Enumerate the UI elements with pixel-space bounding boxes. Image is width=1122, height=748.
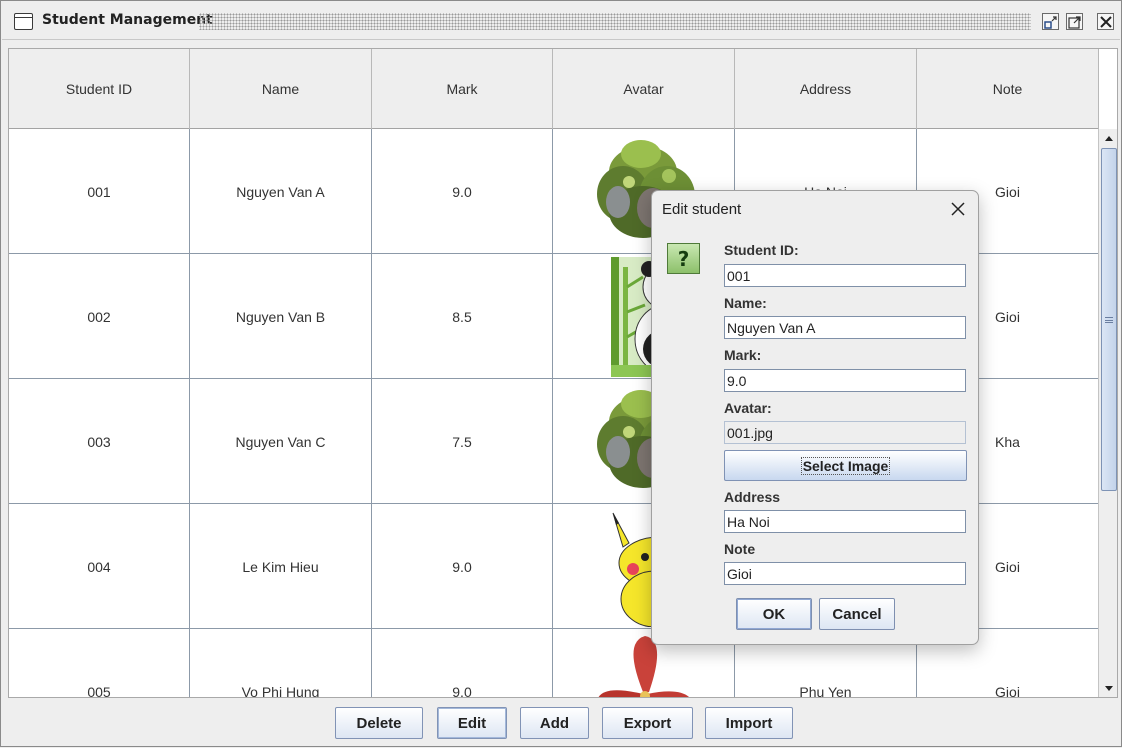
student-id-field[interactable] [724,264,966,287]
select-image-button[interactable]: Select Image [724,450,967,481]
minimize-icon [1044,16,1057,29]
select-image-label: Select Image [800,456,891,475]
close-icon [1100,16,1112,28]
scroll-thumb[interactable] [1101,148,1117,491]
name-label: Name: [724,295,767,311]
cell-name[interactable]: Vo Phi Hung [190,629,372,697]
cell-mark[interactable]: 9.0 [372,629,553,697]
edit-student-dialog: Edit student ? Student ID: Name: Mark: A… [651,190,979,645]
close-button[interactable] [1097,13,1114,30]
title-bar-grip[interactable] [199,13,1031,30]
import-button[interactable]: Import [705,707,793,739]
dialog-title-bar[interactable]: Edit student [652,191,978,228]
column-header-mark[interactable]: Mark [372,49,553,129]
column-header-address[interactable]: Address [735,49,917,129]
question-icon: ? [667,243,700,274]
title-bar[interactable]: Student Management [2,2,1120,40]
scroll-grip-icon [1105,317,1113,323]
cell-name[interactable]: Le Kim Hieu [190,504,372,629]
add-button[interactable]: Add [520,707,589,739]
ok-button[interactable]: OK [736,598,812,630]
cell-name[interactable]: Nguyen Van A [190,129,372,254]
minimize-button[interactable] [1042,13,1059,30]
cell-student-id[interactable]: 001 [9,129,190,254]
note-label: Note [724,541,756,557]
student-id-label: Student ID: [724,242,799,258]
scroll-up-arrow-icon[interactable] [1102,132,1116,146]
maximize-button[interactable] [1066,13,1083,30]
address-field[interactable] [724,510,966,533]
edit-button[interactable]: Edit [437,707,507,739]
cancel-button[interactable]: Cancel [819,598,895,630]
delete-button[interactable]: Delete [335,707,423,739]
cell-name[interactable]: Nguyen Van C [190,379,372,504]
column-header-student-id[interactable]: Student ID [9,49,190,129]
table-header: Student ID Name Mark Avatar Address Note [9,49,1099,129]
cell-student-id[interactable]: 003 [9,379,190,504]
cell-mark[interactable]: 9.0 [372,129,553,254]
scroll-down-arrow-icon[interactable] [1102,681,1116,695]
cell-student-id[interactable]: 002 [9,254,190,379]
dialog-title: Edit student [662,201,742,218]
export-button[interactable]: Export [602,707,693,739]
address-label: Address [724,489,781,505]
column-header-note[interactable]: Note [917,49,1099,129]
column-header-avatar[interactable]: Avatar [553,49,735,129]
cell-mark[interactable]: 8.5 [372,254,553,379]
cell-mark[interactable]: 9.0 [372,504,553,629]
window-icon [14,13,33,30]
close-icon[interactable] [950,201,966,217]
mark-field[interactable] [724,369,966,392]
column-header-name[interactable]: Name [190,49,372,129]
cell-mark[interactable]: 7.5 [372,379,553,504]
cell-student-id[interactable]: 004 [9,504,190,629]
avatar-field [724,421,966,444]
mark-label: Mark: [724,347,762,363]
action-bar: Delete Edit Add Export Import [1,698,1122,748]
maximize-icon [1068,16,1081,29]
vertical-scrollbar[interactable] [1098,129,1117,697]
cell-name[interactable]: Nguyen Van B [190,254,372,379]
cell-student-id[interactable]: 005 [9,629,190,697]
window-title: Student Management [42,12,213,28]
note-field[interactable] [724,562,966,585]
name-field[interactable] [724,316,966,339]
avatar-label: Avatar: [724,400,772,416]
